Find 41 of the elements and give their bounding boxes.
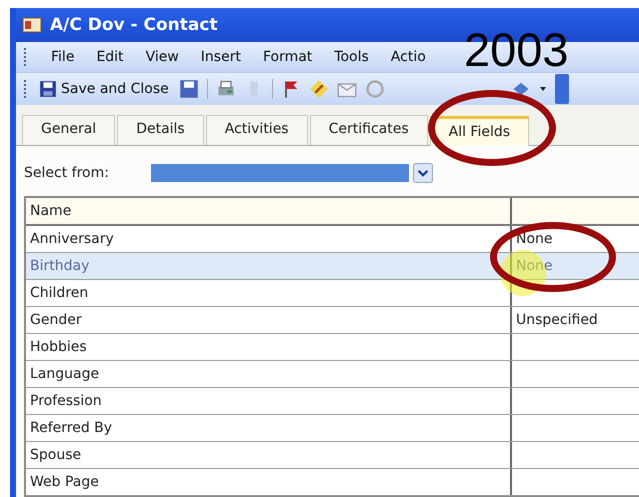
tab[interactable]: General [22,115,116,145]
menu-item[interactable]: File [51,49,74,65]
table-row[interactable]: Children [26,280,639,307]
field-name-cell: Language [26,361,512,387]
field-value-cell-text: Unspecified [515,311,598,330]
field-name-cell: Hobbies [26,334,512,360]
menu-item[interactable]: Actio [390,49,426,65]
tab[interactable]: All Fields [430,116,530,146]
save-icon[interactable] [178,79,199,99]
menu-item[interactable]: Tools [334,49,369,65]
contact-card-icon [22,17,42,33]
menu-item[interactable]: Format [262,49,312,65]
field-name-cell: Spouse [26,442,512,468]
table-row[interactable]: Gender Unspecified [26,307,639,334]
dropdown-icon[interactable] [538,85,547,93]
field-name-cell: Referred By [26,415,512,441]
toolbar-options-handle[interactable] [554,74,569,104]
window-title: A/C Dov - Contact [50,15,218,35]
pencil-icon[interactable] [308,79,329,99]
chevron-down-icon [412,163,433,183]
table-row[interactable]: Spouse [26,442,639,469]
menu-item[interactable]: Edit [96,49,124,65]
tab[interactable]: Details [117,115,204,145]
tab[interactable]: Activities [206,115,308,145]
menu-item[interactable]: View [146,49,179,65]
table-row[interactable]: Hobbies [26,334,639,361]
table-row[interactable]: Web Page [26,469,639,496]
field-name-cell: Gender [26,307,512,333]
save-and-close-button[interactable]: Save and Close [37,78,171,100]
field-value-cell-text: None [515,230,553,249]
tab[interactable]: Certificates [310,115,428,145]
field-name-cell: Profession [26,388,512,414]
menu-item[interactable]: Insert [200,49,241,65]
table-row[interactable]: Language [26,361,639,388]
table-row[interactable]: Referred By [26,415,639,442]
field-name-cell: Birthday [26,253,512,279]
table-row[interactable]: Profession [26,388,639,415]
field-name-cell: Web Page [26,469,512,495]
select-from-dropdown[interactable] [150,161,433,185]
field-name-cell: Children [26,280,512,306]
select-from-label: Select from: [24,165,109,181]
